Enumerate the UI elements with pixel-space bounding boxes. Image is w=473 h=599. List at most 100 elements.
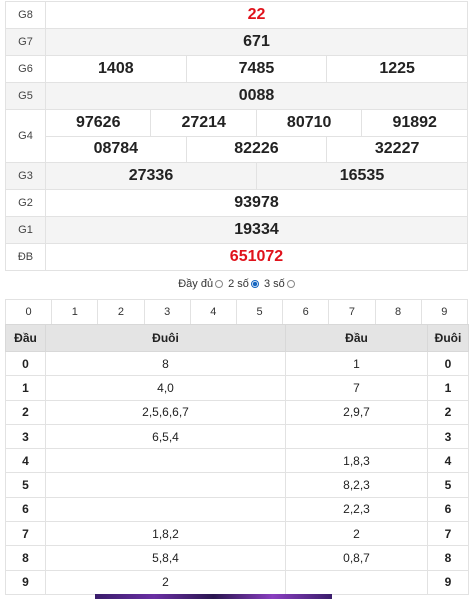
- option-two-digit[interactable]: 2 số: [228, 278, 259, 290]
- digit-filter-cell[interactable]: 3: [143, 299, 191, 325]
- digit-filter-cell[interactable]: 4: [189, 299, 237, 325]
- head-list: 2,2,3: [285, 496, 428, 523]
- digit-filter-cell[interactable]: 6: [282, 299, 330, 325]
- loto-head-tail-table: Đầu Đuôi Đầu Đuôi 0 8 1 0 1 4,0 7 1 2 2,…: [5, 324, 469, 595]
- head-list: 1,8,3: [285, 448, 428, 474]
- prize-number: 671: [45, 28, 468, 56]
- prize-number: 08784: [45, 135, 187, 163]
- prize-number: 91892: [361, 109, 468, 137]
- digit-filter-cell[interactable]: 9: [420, 299, 469, 325]
- digit-filter-cell[interactable]: 7: [328, 299, 376, 325]
- option-two-digit-radio[interactable]: [250, 280, 259, 288]
- head-digit: 7: [5, 521, 46, 547]
- option-three-digit[interactable]: 3 số: [264, 278, 295, 290]
- option-three-digit-radio[interactable]: [286, 280, 295, 288]
- head-list: 2: [285, 521, 428, 547]
- table-row: 4 1,8,3 4: [5, 448, 469, 474]
- prize-row-g3: G3 27336 16535: [5, 162, 469, 190]
- tail-list: 2,5,6,6,7: [45, 399, 286, 425]
- prize-number: 0088: [45, 82, 468, 110]
- option-three-digit-label: 3 số: [263, 278, 285, 290]
- table-row: 6 2,2,3 6: [5, 496, 469, 523]
- head-list: 8,2,3: [285, 472, 428, 498]
- prize-number: 16535: [255, 162, 469, 190]
- tail-list: 6,5,4: [45, 423, 286, 450]
- prize-label: G3: [5, 162, 46, 190]
- digit-filter-cell[interactable]: 8: [374, 299, 422, 325]
- prize-row-g1: G1 19334: [5, 216, 468, 244]
- tail-list: [45, 448, 286, 474]
- head-list: 1: [285, 350, 428, 377]
- prize-table: G8 22 G7 671 G6 1408 7485 1225 G5 0088 G…: [5, 1, 469, 271]
- table-row: 8 5,8,4 0,8,7 8: [5, 545, 469, 571]
- head-digit: 1: [5, 375, 46, 401]
- prize-label: G7: [5, 28, 46, 56]
- head-list: 7: [285, 375, 428, 401]
- tail-digit: 3: [427, 423, 469, 450]
- prize-number: 27336: [45, 162, 257, 190]
- tail-digit: 9: [427, 569, 469, 595]
- prize-number: 27214: [150, 109, 257, 137]
- prize-number: 97626: [44, 109, 152, 137]
- head-digit: 0: [5, 350, 46, 377]
- table-row: 5 8,2,3 5: [5, 472, 469, 498]
- prize-row-special: ĐB 651072: [5, 243, 468, 271]
- tail-digit: 4: [427, 448, 469, 474]
- head-digit: 8: [5, 545, 46, 571]
- display-options: Đầy đủ 2 số 3 số: [0, 278, 473, 290]
- tail-list: 5,8,4: [45, 545, 286, 571]
- tail-list: 8: [45, 350, 286, 377]
- digit-filter-cell[interactable]: 0: [4, 299, 53, 325]
- header-head: Đầu: [285, 324, 428, 352]
- digit-filter-cell[interactable]: 5: [235, 299, 284, 325]
- prize-label: G4: [5, 109, 46, 163]
- prize-row-g6: G6 1408 7485 1225: [5, 55, 468, 83]
- head-list: 0,8,7: [285, 545, 428, 571]
- tail-digit: 6: [427, 496, 469, 523]
- tail-digit: 2: [427, 399, 469, 425]
- tail-digit: 8: [427, 545, 469, 571]
- head-list: 2,9,7: [285, 399, 428, 425]
- head-digit: 5: [5, 472, 46, 498]
- tail-list: 2: [45, 569, 286, 595]
- table-row: 3 6,5,4 3: [5, 423, 469, 450]
- head-digit: 6: [5, 496, 46, 523]
- prize-row-g2: G2 93978: [5, 189, 468, 217]
- digit-filter-cell[interactable]: 2: [97, 299, 145, 325]
- head-list: [285, 423, 428, 450]
- tail-list: 4,0: [45, 375, 286, 401]
- header-tail: Đuôi: [45, 324, 286, 352]
- prize-number: 19334: [45, 216, 468, 244]
- prize-row-g8: G8 22: [5, 1, 468, 29]
- option-full[interactable]: Đầy đủ: [178, 278, 224, 290]
- banner-image[interactable]: [95, 594, 332, 599]
- digit-filter-row: 0 1 2 3 4 5 6 7 8 9: [4, 299, 469, 325]
- head-digit: 4: [5, 448, 46, 474]
- option-full-radio[interactable]: [215, 280, 224, 288]
- prize-number: 7485: [185, 55, 328, 83]
- tail-digit: 5: [427, 472, 469, 498]
- special-prize-number: 651072: [45, 243, 468, 271]
- prize-number: 1408: [45, 55, 187, 83]
- prize-row-g5: G5 0088: [5, 82, 468, 110]
- digit-filter-cell[interactable]: 1: [51, 299, 99, 325]
- prize-number: 32227: [326, 135, 468, 163]
- tail-digit: 0: [427, 350, 469, 377]
- tail-digit: 7: [427, 521, 469, 547]
- prize-label: G1: [5, 216, 46, 244]
- head-digit: 3: [5, 423, 46, 450]
- tail-list: [45, 472, 286, 498]
- prize-number: 80710: [255, 109, 363, 137]
- prize-label: G6: [5, 55, 46, 83]
- head-list: [285, 569, 428, 595]
- tail-list: 1,8,2: [45, 521, 286, 547]
- table-row: 7 1,8,2 2 7: [5, 521, 469, 547]
- table-row: 9 2 9: [5, 569, 469, 595]
- table-row: 1 4,0 7 1: [5, 375, 469, 401]
- tail-digit: 1: [427, 375, 469, 401]
- header-tail: Đuôi: [427, 324, 469, 352]
- loto-header-row: Đầu Đuôi Đầu Đuôi: [5, 324, 469, 352]
- table-row: 2 2,5,6,6,7 2,9,7 2: [5, 399, 469, 425]
- header-head: Đầu: [5, 324, 46, 352]
- prize-label: G8: [5, 1, 46, 29]
